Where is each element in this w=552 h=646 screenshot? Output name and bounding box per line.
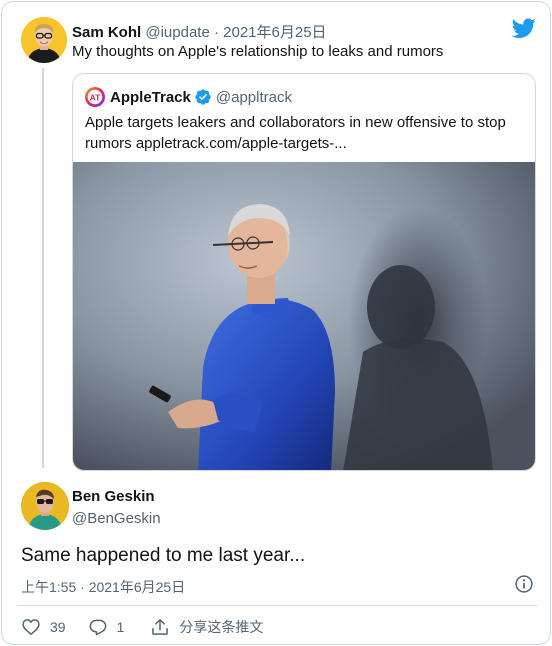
quoted-tweet-header: AppleTrack @appltrack [110,88,292,106]
twitter-bird-icon[interactable] [512,16,536,40]
appletrack-logo-avatar[interactable]: AT [85,87,105,107]
share-label: 分享这条推文 [179,619,264,635]
actions-divider [17,605,537,606]
appletrack-logo-text: AT [90,92,102,102]
tweet-card: Sam Kohl @iupdate · 2021年6月25日 My though… [1,1,551,645]
quoted-tweet-text[interactable]: Apple targets leakers and collaborators … [85,112,525,154]
quoted-tweet[interactable]: AT AppleTrack @appltrack Apple targets l… [72,73,536,471]
share-icon [152,619,169,635]
sam-kohl-avatar[interactable] [21,17,67,63]
heart-icon [22,619,40,635]
reply-text: Same happened to me last year... [21,545,306,566]
quoted-tweet-photo[interactable] [73,162,536,471]
reply-icon [89,619,106,636]
header-separator: · [213,24,219,41]
tweet-author-handle[interactable]: @iupdate [145,24,209,41]
tweet-header: Sam Kohl @iupdate · 2021年6月25日 [72,21,327,42]
ben-geskin-avatar[interactable] [21,482,69,530]
tweet-text: My thoughts on Apple's relationship to l… [72,43,444,60]
reply-author-name[interactable]: Ben Geskin [72,488,155,505]
reply-button[interactable]: 1 [88,617,125,637]
action-bar: 39 1 分享这条推文 [21,616,285,638]
thread-connector-line [42,68,44,468]
verified-badge-icon [195,89,211,105]
info-icon[interactable] [514,574,534,594]
reply-count: 1 [116,619,125,635]
tweet-author-name[interactable]: Sam Kohl [72,24,141,41]
like-count: 39 [50,619,66,635]
quoted-author-handle[interactable]: @appltrack [216,89,292,106]
quoted-author-name[interactable]: AppleTrack [110,89,191,106]
tweet-date[interactable]: 2021年6月25日 [223,24,326,41]
share-button[interactable]: 分享这条推文 [150,617,263,637]
reply-timestamp[interactable]: 上午1:55 · 2021年6月25日 [21,577,185,597]
reply-author-handle[interactable]: @BenGeskin [72,510,161,527]
like-button[interactable]: 39 [21,617,66,637]
